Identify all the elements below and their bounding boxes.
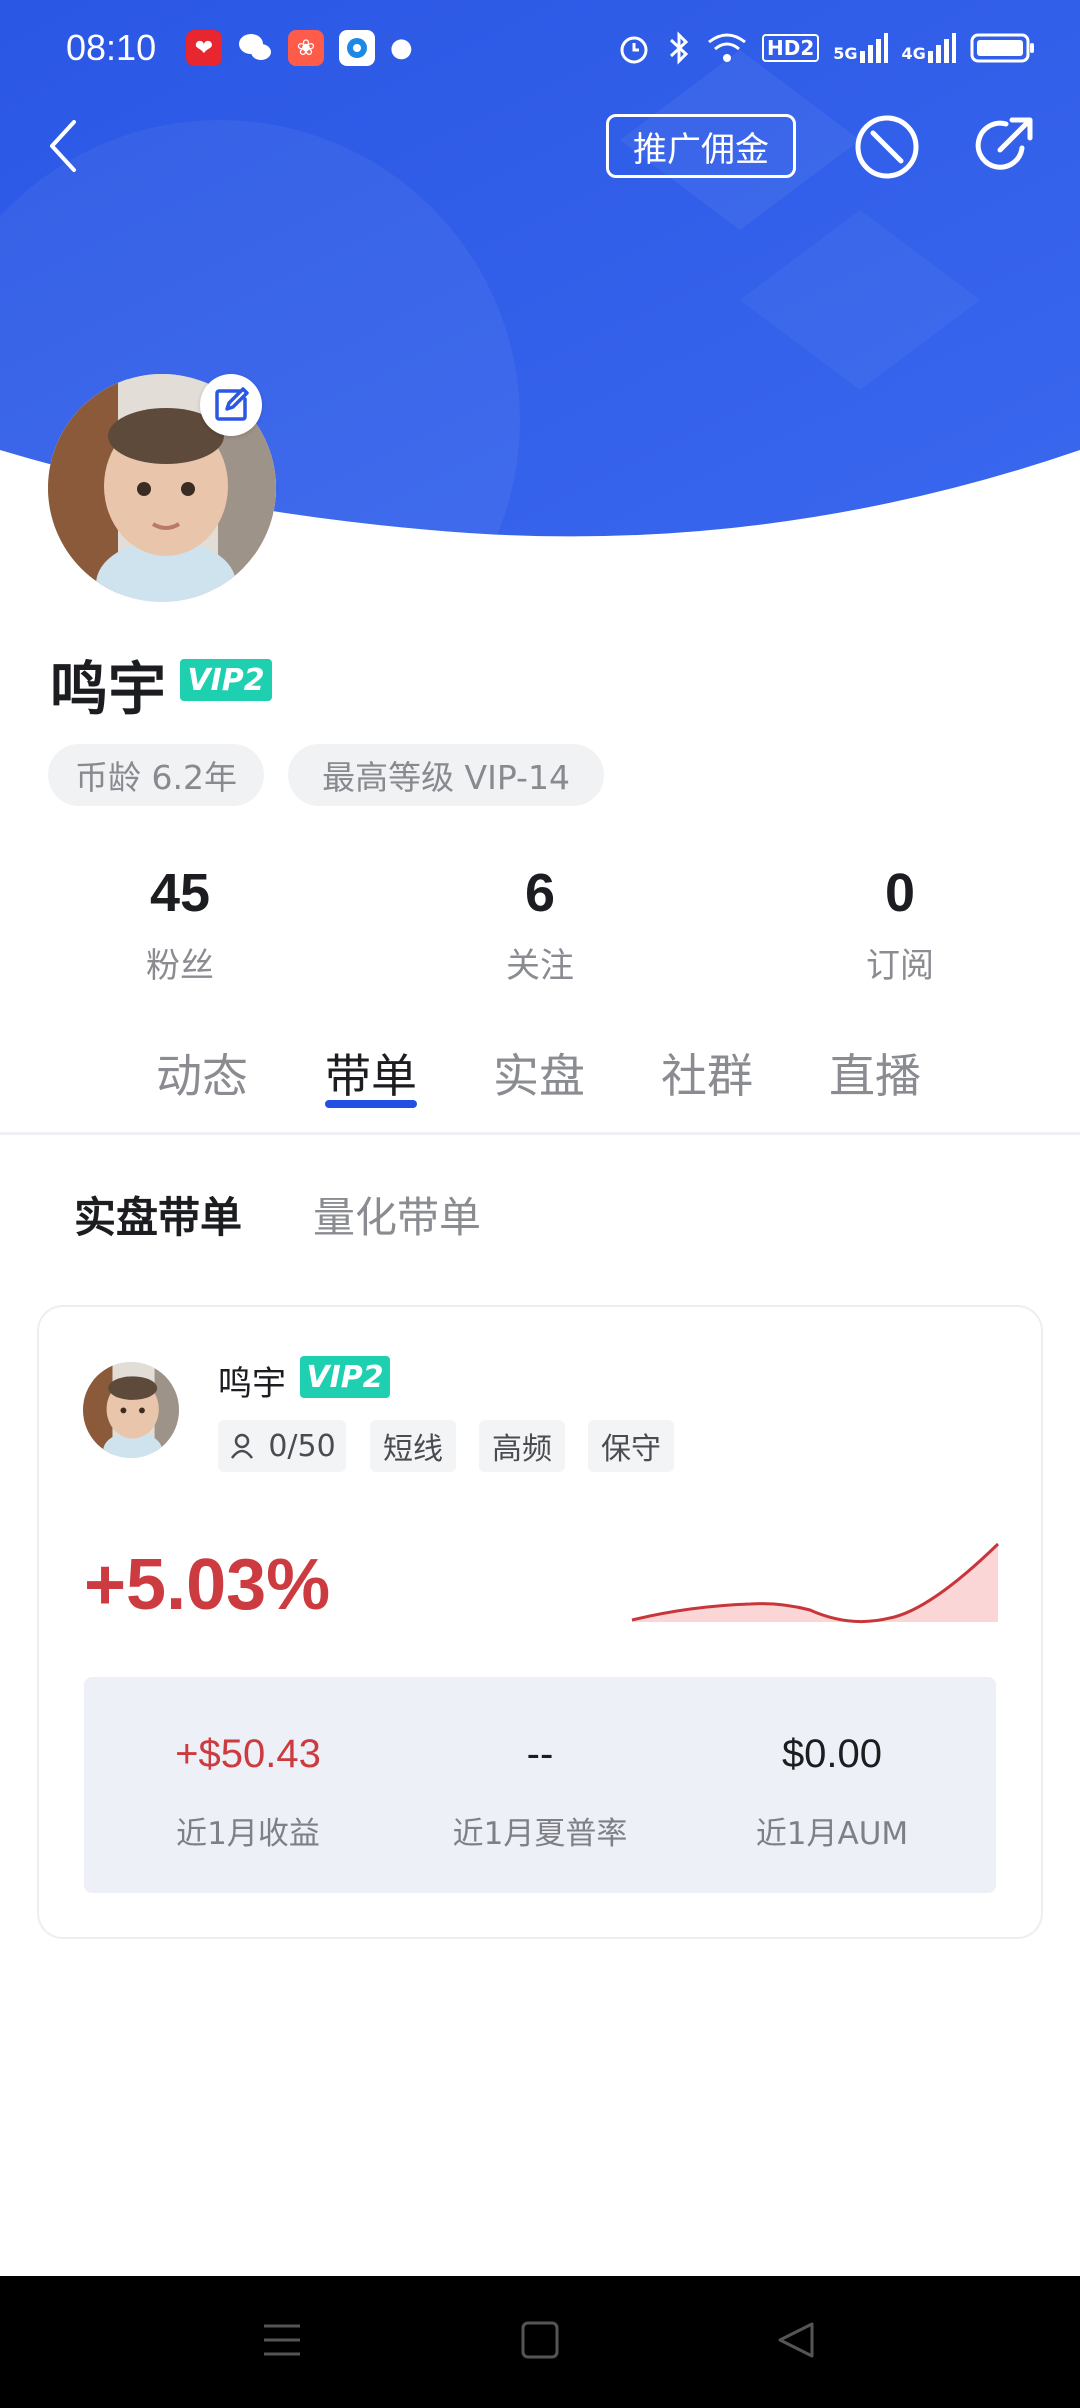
battery-icon (970, 33, 1034, 63)
following-label[interactable]: 关注 (420, 938, 660, 987)
edit-avatar-button[interactable] (200, 374, 262, 436)
subscriptions-label[interactable]: 订阅 (780, 938, 1020, 987)
block-icon[interactable] (854, 114, 920, 180)
app-notification-icon-3 (339, 30, 375, 66)
monthly-aum-value: $0.00 (781, 1732, 883, 1776)
menu-icon[interactable] (262, 2320, 302, 2360)
alarm-icon (620, 36, 648, 64)
person-icon (231, 1433, 254, 1459)
card-trader-name: 鸣宇 (218, 1364, 286, 1404)
home-icon[interactable] (520, 2320, 560, 2360)
more-notifications-icon: ● (390, 33, 413, 63)
follower-capacity-tag: 0/50 (218, 1420, 346, 1472)
app-notification-icon-2: ❀ (288, 30, 324, 66)
return-percentage: +5.03% (84, 1545, 331, 1625)
card-avatar (83, 1362, 179, 1458)
highest-level-chip: 最高等级 VIP-14 (288, 744, 604, 806)
back-icon[interactable] (44, 114, 84, 178)
following-count[interactable]: 6 (420, 862, 660, 924)
system-status-icons: HD2 5G 4G (602, 18, 1036, 78)
username: 鸣宇 (50, 655, 167, 723)
app-notification-icon: ❤ (186, 30, 222, 66)
card-avatar-photo (83, 1362, 179, 1458)
card-vip-badge: VIP2 (300, 1356, 390, 1398)
vip-badge: VIP2 (180, 659, 272, 701)
edit-icon (215, 387, 249, 421)
monthly-profit-label: 近1月收益 (176, 1816, 320, 1852)
monthly-aum-label: 近1月AUM (755, 1816, 909, 1852)
active-tab-indicator (325, 1100, 417, 1108)
signal-5g-icon: 5G (833, 33, 888, 63)
tag-short-term: 短线 (370, 1420, 456, 1472)
system-navigation-bar (0, 2276, 1080, 2408)
hd-icon: HD2 (762, 34, 820, 62)
coin-age-chip: 币龄 6.2年 (48, 744, 264, 806)
subtab-quant-copy[interactable]: 量化带单 (313, 1184, 481, 1245)
bluetooth-icon (669, 31, 689, 65)
followers-count[interactable]: 45 (60, 862, 300, 924)
follower-capacity-text: 0/50 (268, 1428, 336, 1464)
followers-label[interactable]: 粉丝 (60, 938, 300, 987)
monthly-sharpe-label: 近1月夏普率 (452, 1816, 628, 1852)
tag-conservative: 保守 (588, 1420, 674, 1472)
tab-posts[interactable]: 动态 (156, 1040, 248, 1106)
back-nav-icon[interactable] (776, 2320, 816, 2360)
wechat-icon (237, 30, 273, 66)
tab-copy-trading[interactable]: 带单 (325, 1040, 417, 1106)
signal-4g-icon: 4G (902, 33, 956, 63)
tag-high-frequency: 高频 (479, 1420, 565, 1472)
subtab-live-copy[interactable]: 实盘带单 (74, 1184, 242, 1245)
tab-community[interactable]: 社群 (661, 1040, 753, 1106)
tab-live-stream[interactable]: 直播 (829, 1040, 921, 1106)
promo-commission-button[interactable]: 推广佣金 (606, 114, 796, 178)
wifi-icon (708, 33, 746, 62)
tab-live-account[interactable]: 实盘 (493, 1040, 585, 1106)
metrics-panel (84, 1677, 996, 1893)
status-time: 08:10 (66, 27, 157, 68)
notification-icons: ❤ ❀ ● (186, 18, 413, 78)
tabs-divider (0, 1132, 1080, 1135)
monthly-sharpe-value: -- (526, 1732, 554, 1776)
share-icon[interactable] (970, 112, 1038, 180)
monthly-profit-value: +$50.43 (175, 1732, 321, 1776)
return-sparkline (631, 1542, 1000, 1624)
subscriptions-count[interactable]: 0 (780, 862, 1020, 924)
